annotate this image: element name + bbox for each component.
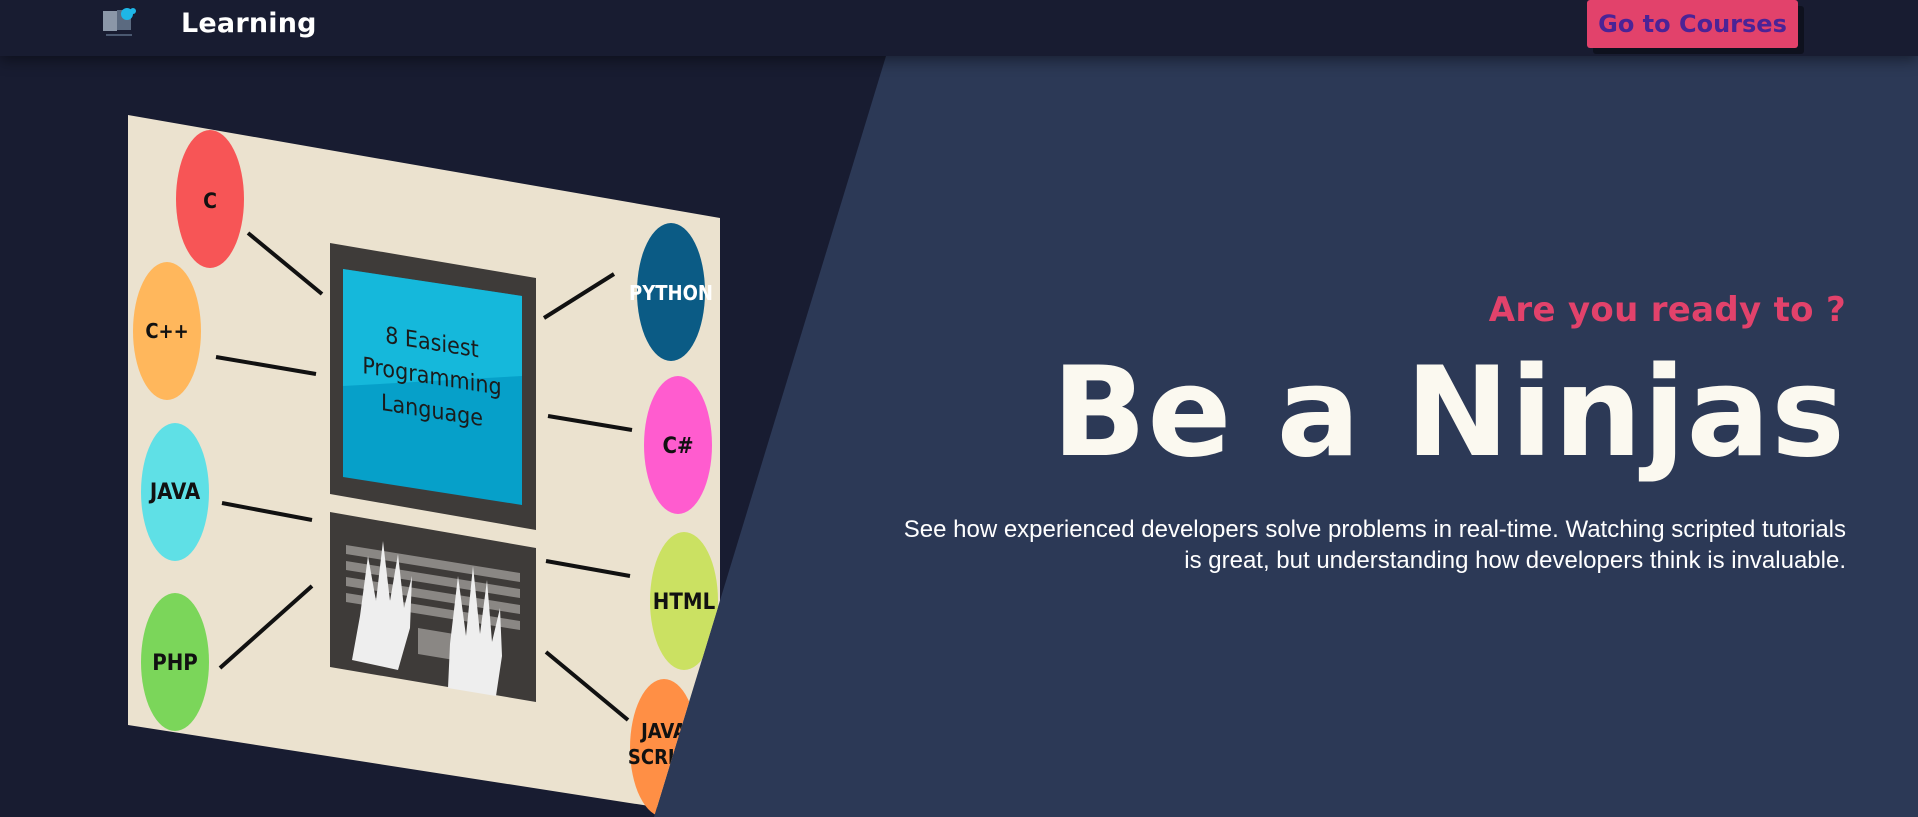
label-java: JAVA xyxy=(148,480,201,505)
label-html: HTML xyxy=(653,590,716,615)
svg-text:SCRIPT: SCRIPT xyxy=(628,745,701,769)
hero-description: See how experienced developers solve pro… xyxy=(903,516,1846,575)
label-javascript: JAVA xyxy=(640,719,687,743)
hero-headline: Be a Ninjas xyxy=(1051,341,1846,485)
label-csharp: C# xyxy=(662,434,693,459)
label-c: C xyxy=(203,189,217,213)
hero-copy: Are you ready to ? Be a Ninjas See how e… xyxy=(886,290,1846,576)
go-to-courses-button[interactable]: Go to Courses xyxy=(1587,0,1798,48)
brand-name[interactable]: Learning xyxy=(181,8,317,39)
label-cpp: C++ xyxy=(145,319,188,343)
navbar: Learning Go to Courses xyxy=(0,0,1918,56)
label-php: PHP xyxy=(152,651,198,676)
hero-kicker: Are you ready to ? xyxy=(1488,290,1846,330)
label-python: PYTHON xyxy=(629,281,713,305)
learning-logo-icon[interactable] xyxy=(100,4,142,40)
